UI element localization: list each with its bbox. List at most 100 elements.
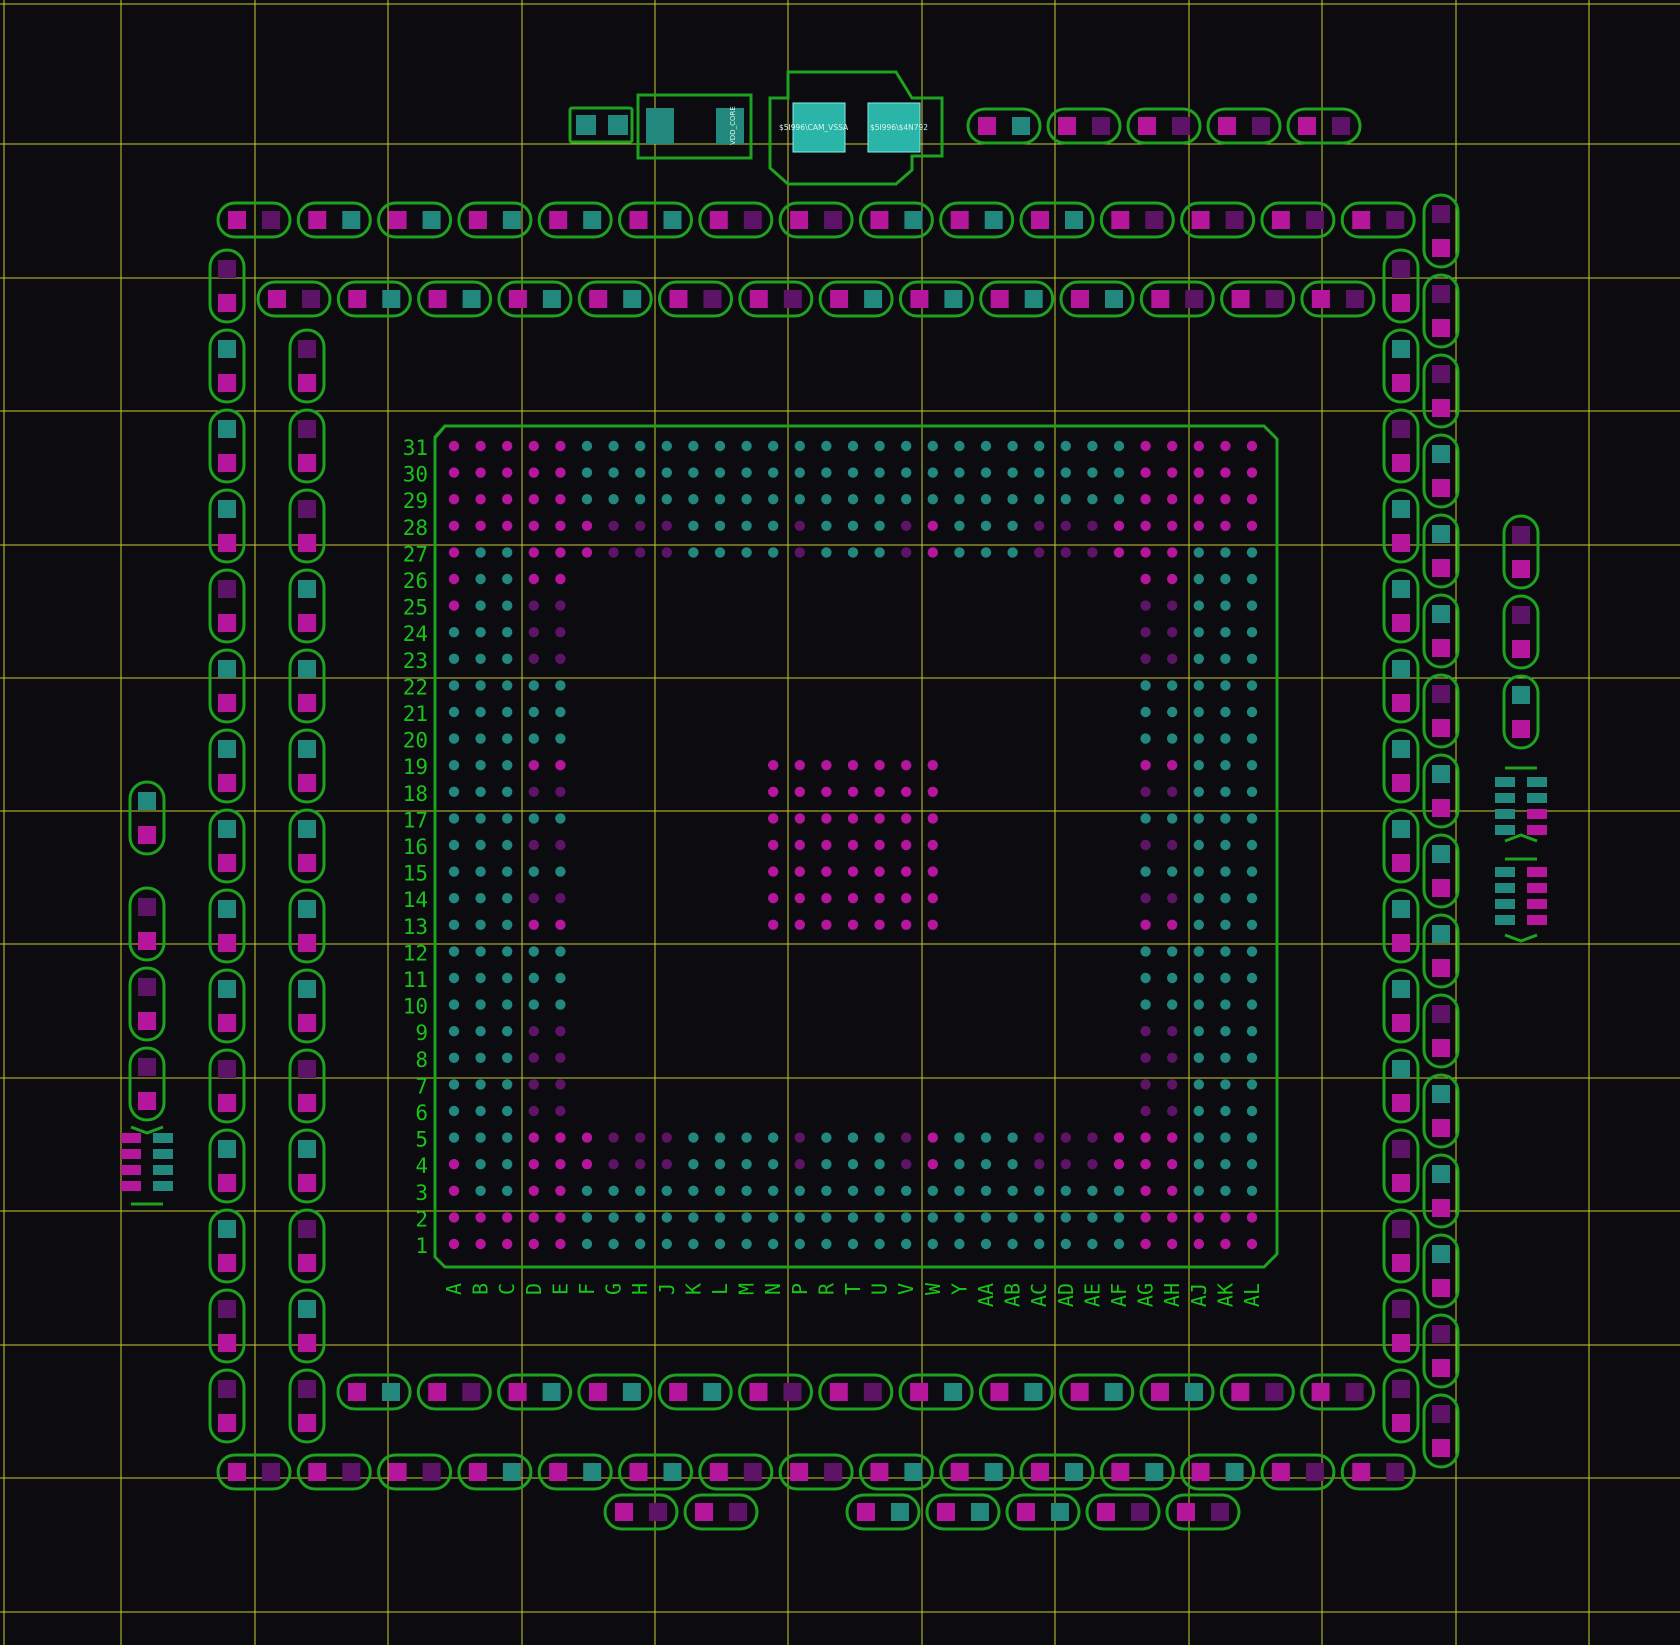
bga-ball [1167,1159,1178,1170]
bga-ball [581,1132,593,1143]
bga-column-label: AD [1054,1283,1078,1307]
bga-ball [821,520,832,531]
bga-ball [1193,1212,1205,1223]
bga-ball [874,547,885,558]
bga-ball [448,1238,460,1250]
bga-ball [847,866,859,877]
bga-ball [901,1185,912,1197]
bga-ball [794,760,805,771]
bga-ball [555,972,566,984]
bga-ball [448,573,460,585]
bga-ball [1220,440,1231,452]
bga-ball [475,1212,486,1223]
bga-ball [448,972,460,984]
bga-ball [1007,547,1018,558]
bga-row-label: 28 [403,516,428,540]
bga-ball [794,1159,805,1170]
bga-ball [502,1185,513,1197]
bga-ball [688,440,699,452]
bga-ball [741,494,752,505]
bga-ball [608,1212,619,1223]
bga-ball [475,627,486,638]
bga-ball [528,1185,539,1197]
bga-ball [555,1185,566,1197]
bga-ball [927,440,938,452]
bga-row-label: 4 [415,1154,428,1178]
bga-ball [821,1238,832,1250]
bga-ball [448,467,460,478]
bga-ball [502,1026,513,1037]
bga-ball [980,1159,992,1170]
bga-ball [1167,1212,1178,1223]
bga-ball [1220,1238,1231,1250]
bga-ball [555,1238,566,1250]
bga-ball [475,1105,486,1117]
bga-ball [475,893,486,904]
bga-ball [1140,1212,1151,1223]
bga-ball [635,1132,646,1143]
bga-ball [1167,547,1178,558]
bga-ball [555,1212,566,1223]
bga-ball [1034,1238,1045,1250]
bga-row-label: 9 [415,1021,428,1045]
bga-ball [635,467,646,478]
bga-row-label: 23 [403,649,428,673]
bga-row-label: 13 [403,915,428,939]
bga-ball [1140,600,1151,611]
bga-ball [528,946,539,957]
bga-ball [475,1132,486,1143]
bga-ball [927,1132,938,1143]
bga-column-label: AA [974,1283,998,1307]
pcb-layout-canvas[interactable]: 3130292827262524232221201918171615141312… [0,0,1680,1645]
bga-ball [475,839,486,851]
bga-ball [741,1238,752,1250]
bga-ball [528,733,539,744]
bga-ball [475,1079,486,1090]
bga-ball [768,866,779,877]
bga-ball [475,467,486,478]
bga-ball [475,972,486,984]
bga-ball [475,1052,486,1064]
bga-ball [635,1159,646,1170]
bga-ball [528,627,539,638]
bga-ball [475,653,486,664]
bga-ball [1220,706,1231,718]
bga-ball [1167,573,1178,585]
bga-ball [475,919,486,930]
bga-ball [901,893,912,904]
bga-ball [1246,600,1258,611]
bga-ball [954,467,965,478]
bga-ball [874,1185,885,1197]
bga-ball [1140,1185,1151,1197]
bga-ball [528,494,539,505]
bga-column-label: W [921,1282,945,1295]
bga-ball [502,520,513,531]
bga-ball [1087,547,1098,558]
bga-row-label: 2 [415,1207,428,1231]
bga-ball [1193,839,1205,851]
bga-ball [954,1238,965,1250]
bga-ball [847,1238,859,1250]
bga-ball [1113,1159,1125,1170]
bga-ball [502,1052,513,1064]
bga-ball [847,1185,859,1197]
bga-column-label: T [841,1283,865,1295]
bga-ball [448,1212,460,1223]
bga-ball [1246,999,1258,1010]
bga-ball [555,1026,566,1037]
bga-ball [1167,733,1178,744]
bga-ball [581,1238,593,1250]
bga-ball [448,1159,460,1170]
bga-ball [448,680,460,691]
bga-row-label: 3 [415,1181,428,1205]
bga-ball [1220,467,1231,478]
bga-ball [661,1238,672,1250]
bga-ball [555,547,566,558]
bga-ball [1087,1212,1098,1223]
bga-ball [714,440,726,452]
bga-ball [475,733,486,744]
bga-ball [821,467,832,478]
bga-ball [1167,467,1178,478]
bga-ball [502,760,513,771]
bga-ball [794,1185,805,1197]
